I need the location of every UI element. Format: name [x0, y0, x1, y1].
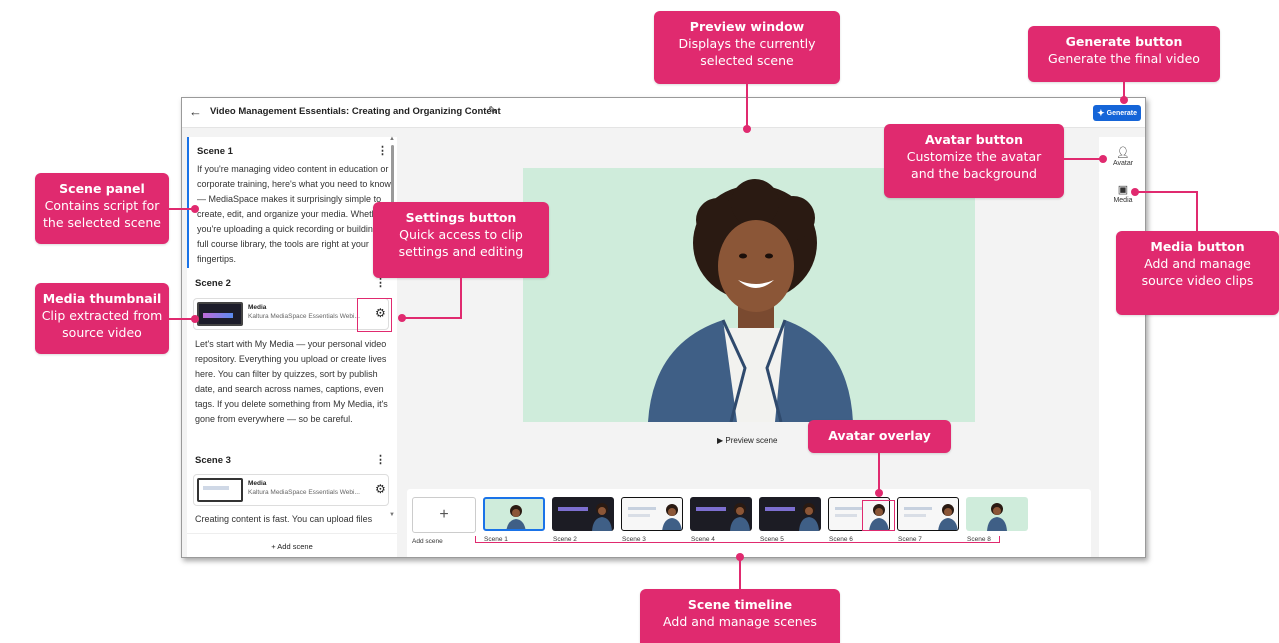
mini-avatar — [765, 503, 819, 531]
scroll-down-icon[interactable]: ▼ — [389, 512, 395, 518]
timeline-thumbnail[interactable] — [690, 497, 752, 531]
scene-script[interactable]: Creating content is fast. You can upload… — [195, 512, 390, 527]
pencil-icon[interactable]: ✎ — [488, 104, 497, 117]
timeline-thumbnail[interactable] — [897, 497, 959, 531]
mini-avatar — [696, 503, 750, 531]
media-card[interactable]: Media Kaltura MediaSpace Essentials Webi… — [193, 474, 389, 506]
callout-media-thumbnail: Media thumbnail Clip extracted from sour… — [35, 283, 169, 354]
callout-desc: Clip extracted from source video — [41, 308, 163, 340]
preview-window — [523, 168, 975, 422]
timeline-thumbnail[interactable] — [552, 497, 614, 531]
callout-title: Scene panel — [59, 181, 145, 196]
scene-heading: Scene 2 — [195, 278, 231, 289]
mini-avatar — [904, 504, 958, 530]
sparkle-icon: ✦ — [1097, 107, 1105, 118]
callout-title: Preview window — [689, 19, 805, 34]
media-title: Media — [248, 304, 267, 311]
add-scene-tile-label: Add scene — [412, 538, 443, 545]
callout-settings-button: Settings button Quick access to clip set… — [373, 202, 549, 278]
scene-heading: Scene 1 — [197, 146, 233, 157]
avatar-image — [648, 179, 853, 422]
mini-avatar — [558, 503, 612, 531]
callout-avatar-button: Avatar button Customize the avatar and t… — [884, 124, 1064, 198]
media-thumbnail[interactable] — [197, 302, 243, 326]
scroll-up-icon[interactable]: ▲ — [389, 136, 395, 142]
project-title: Video Management Essentials: Creating an… — [210, 106, 501, 117]
timeline-thumbnail[interactable] — [483, 497, 545, 531]
mini-avatar — [987, 503, 1007, 531]
scene-script[interactable]: If you're managing video content in educ… — [197, 162, 392, 267]
callout-title: Media button — [1150, 239, 1245, 254]
callout-generate-button: Generate button Generate the final video — [1028, 26, 1220, 82]
timeline-thumbnail[interactable] — [966, 497, 1028, 531]
scene-script[interactable]: Let's start with My Media — your persona… — [195, 337, 390, 427]
more-options-icon[interactable]: ⋮ — [375, 453, 386, 466]
callout-media-button: Media button Add and manage source video… — [1116, 231, 1279, 315]
callout-title: Avatar button — [924, 132, 1024, 147]
callout-desc: Quick access to clip settings and editin… — [398, 227, 524, 259]
back-arrow-icon[interactable]: ← — [189, 104, 202, 119]
preview-scene-button[interactable]: ▶ Preview scene — [717, 436, 777, 445]
scene-timeline: + Add scene Scene 1 Scene 2 Scene 3 Scene 4… — [407, 489, 1091, 557]
media-title: Media — [248, 480, 267, 487]
callout-desc: Displays the currently selected scene — [678, 36, 816, 68]
media-button[interactable]: ▣ Media — [1099, 183, 1145, 204]
callout-scene-timeline: Scene timeline Add and manage scenes — [640, 589, 840, 643]
media-source: Kaltura MediaSpace Essentials Webi... — [248, 489, 360, 496]
callout-desc: Generate the final video — [1048, 51, 1200, 66]
media-source: Kaltura MediaSpace Essentials Webi... — [248, 313, 360, 320]
generate-button-label: Generate — [1106, 109, 1137, 117]
callout-title: Scene timeline — [687, 597, 793, 612]
callout-desc: Contains script for the selected scene — [43, 198, 161, 230]
callout-scene-panel: Scene panel Contains script for the sele… — [35, 173, 169, 244]
callout-title: Media thumbnail — [42, 291, 162, 306]
media-thumbnail[interactable] — [197, 478, 243, 502]
gear-icon[interactable]: ⚙ — [375, 482, 386, 496]
callout-preview-window: Preview window Displays the currently se… — [654, 11, 840, 84]
settings-highlight — [357, 298, 392, 332]
generate-button[interactable]: ✦ Generate — [1093, 105, 1141, 121]
callout-desc: Add and manage scenes — [663, 614, 817, 629]
scene-heading: Scene 3 — [195, 455, 231, 466]
callout-desc: Customize the avatar and the background — [906, 149, 1042, 181]
callout-title: Generate button — [1065, 34, 1183, 49]
callout-title: Avatar overlay — [828, 428, 931, 443]
scene-item[interactable]: Scene 1 ⋮ If you're managing video conte… — [187, 137, 392, 268]
timeline-thumbnail[interactable] — [759, 497, 821, 531]
media-icon: ▣ — [1117, 184, 1129, 196]
media-button-label: Media — [1113, 197, 1133, 204]
callout-desc: Add and manage source video clips — [1141, 256, 1254, 288]
mini-avatar — [628, 504, 682, 530]
callout-avatar-overlay: Avatar overlay — [808, 420, 951, 453]
avatar-button-label: Avatar — [1112, 160, 1134, 167]
mini-avatar — [506, 505, 526, 529]
scene-item[interactable]: Scene 3 ⋮ Media Kaltura MediaSpace Essen… — [187, 449, 392, 539]
right-rail: 👤︎ Avatar ▣ Media — [1099, 137, 1145, 557]
add-scene-tile[interactable]: + — [412, 497, 476, 533]
scene-panel: Scene 1 ⋮ If you're managing video conte… — [187, 137, 397, 557]
callout-title: Settings button — [405, 210, 517, 225]
more-options-icon[interactable]: ⋮ — [377, 144, 388, 157]
avatar-overlay-highlight — [862, 500, 895, 531]
add-scene-button[interactable]: + Add scene — [187, 533, 397, 557]
timeline-thumbnail[interactable] — [621, 497, 683, 531]
